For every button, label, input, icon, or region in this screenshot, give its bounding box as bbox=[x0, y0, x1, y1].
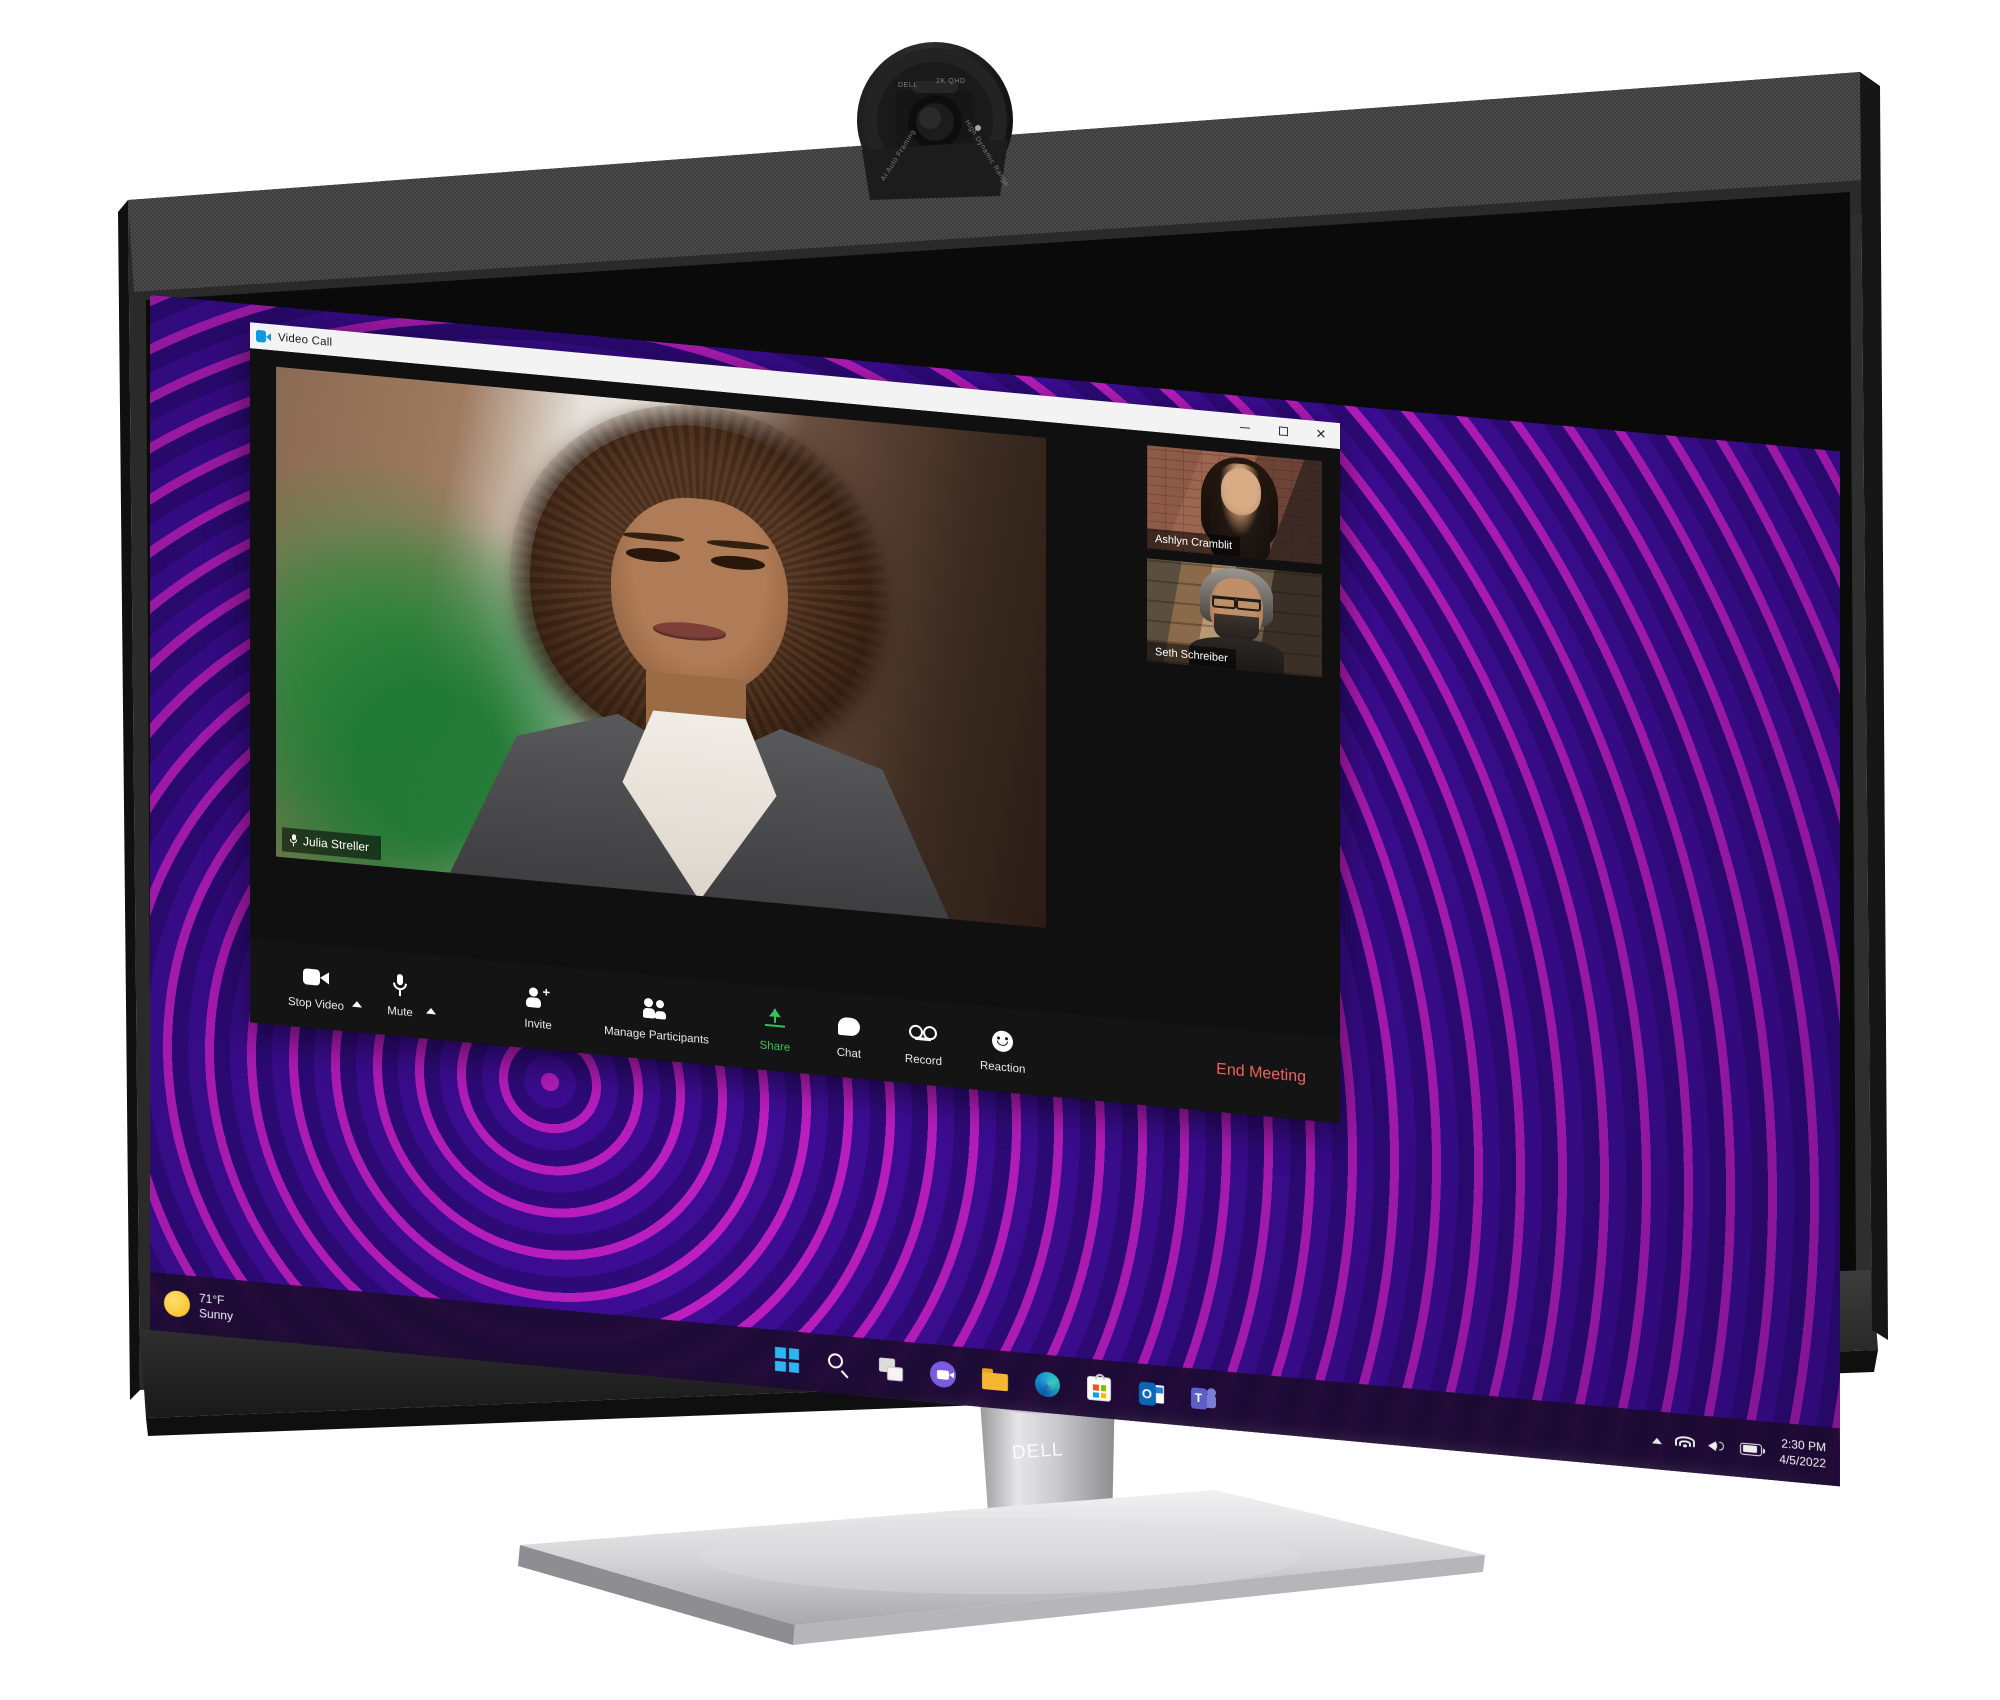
teams-icon: T bbox=[1190, 1386, 1216, 1411]
manage-participants-label: Manage Participants bbox=[604, 1025, 709, 1047]
minimize-button[interactable] bbox=[1226, 413, 1264, 443]
taskbar-video-call-app[interactable] bbox=[928, 1358, 958, 1391]
sun-icon bbox=[164, 1289, 190, 1318]
speaker-figure bbox=[276, 367, 1046, 928]
screenshot-root: DELL 2K QHD AI Auto Framing High Dynamic… bbox=[0, 0, 2000, 1700]
titlebar-left: Video Call bbox=[256, 329, 333, 349]
upload-arrow-icon bbox=[764, 1004, 786, 1036]
taskbar-teams-app[interactable]: T bbox=[1188, 1382, 1218, 1415]
microsoft-store-icon bbox=[1087, 1373, 1111, 1402]
mute-button[interactable]: Mute bbox=[372, 968, 428, 1021]
close-icon[interactable]: ✕ bbox=[1302, 420, 1340, 450]
chat-button[interactable]: Chat bbox=[821, 1009, 877, 1062]
webcam-resolution-label: 2K QHD bbox=[936, 78, 966, 85]
video-camera-icon bbox=[303, 961, 330, 993]
battery-icon[interactable] bbox=[1740, 1442, 1763, 1457]
end-meeting-button[interactable]: End Meeting bbox=[1216, 1061, 1306, 1087]
active-speaker-name: Julia Streller bbox=[303, 834, 370, 855]
taskbar-edge-app[interactable] bbox=[1032, 1368, 1062, 1401]
task-view-button[interactable] bbox=[876, 1353, 906, 1386]
speaker-icon[interactable] bbox=[1708, 1438, 1727, 1455]
video-call-icon bbox=[930, 1360, 956, 1389]
weather-widget[interactable]: 71°F Sunny bbox=[164, 1288, 233, 1324]
video-camera-icon bbox=[256, 329, 271, 343]
invite-button[interactable]: + Invite bbox=[510, 980, 566, 1033]
manage-participants-button[interactable]: Manage Participants bbox=[594, 988, 719, 1048]
search-icon bbox=[828, 1352, 850, 1379]
record-button[interactable]: Record bbox=[895, 1016, 952, 1069]
weather-condition: Sunny bbox=[199, 1305, 234, 1323]
taskbar-file-explorer-app[interactable] bbox=[980, 1363, 1010, 1396]
weather-text: 71°F Sunny bbox=[199, 1291, 233, 1323]
share-button[interactable]: Share bbox=[747, 1002, 803, 1055]
add-person-icon: + bbox=[526, 982, 550, 1014]
microphone-icon bbox=[392, 969, 408, 1000]
folder-icon bbox=[982, 1367, 1008, 1391]
microphone-icon bbox=[290, 834, 297, 847]
taskbar-outlook-app[interactable]: O bbox=[1136, 1377, 1166, 1410]
wifi-icon[interactable] bbox=[1675, 1435, 1696, 1452]
chat-label: Chat bbox=[836, 1046, 862, 1061]
maximize-button[interactable] bbox=[1264, 416, 1302, 446]
share-label: Share bbox=[759, 1039, 791, 1055]
edge-icon bbox=[1034, 1370, 1060, 1398]
stop-video-label: Stop Video bbox=[288, 995, 345, 1013]
task-view-icon bbox=[879, 1357, 903, 1382]
smiley-face-icon bbox=[992, 1025, 1014, 1057]
windows-logo-icon bbox=[775, 1346, 799, 1374]
window-body: Julia Streller Ashlyn Cramblit Seth Schr… bbox=[250, 348, 1340, 1124]
participant-thumbnail[interactable]: Seth Schreiber bbox=[1147, 558, 1322, 678]
dell-stand-logo: DELL bbox=[1011, 1439, 1065, 1464]
reaction-button[interactable]: Reaction bbox=[970, 1023, 1035, 1077]
search-button[interactable] bbox=[824, 1348, 854, 1381]
invite-label: Invite bbox=[524, 1017, 552, 1033]
reaction-label: Reaction bbox=[979, 1059, 1026, 1076]
dell-video-conferencing-monitor: DELL 2K QHD AI Auto Framing High Dynamic… bbox=[0, 0, 2000, 1700]
participant-thumbnails: Ashlyn Cramblit Seth Schreiber bbox=[1147, 445, 1322, 687]
participant-thumbnail[interactable]: Ashlyn Cramblit bbox=[1147, 445, 1322, 565]
people-icon bbox=[643, 993, 669, 1025]
taskbar-clock[interactable]: 2:30 PM 4/5/2022 bbox=[1779, 1436, 1826, 1472]
stop-video-button[interactable]: Stop Video bbox=[278, 959, 354, 1014]
record-tape-icon bbox=[909, 1017, 938, 1050]
taskbar-store-app[interactable] bbox=[1084, 1372, 1114, 1405]
start-button[interactable] bbox=[772, 1344, 802, 1377]
mute-label: Mute bbox=[387, 1004, 413, 1020]
show-hidden-icons-chevron-up-icon[interactable] bbox=[1652, 1436, 1663, 1444]
video-call-window[interactable]: Video Call ✕ Julia Streller Ashlyn Cramb… bbox=[250, 322, 1340, 1124]
record-label: Record bbox=[904, 1052, 942, 1069]
webcam-brand-label: DELL bbox=[898, 82, 918, 89]
monitor-screen: Video Call ✕ Julia Streller Ashlyn Cramb… bbox=[150, 295, 1840, 1487]
active-speaker-video[interactable]: Julia Streller bbox=[276, 366, 1046, 928]
speech-bubble-icon bbox=[837, 1011, 860, 1043]
system-tray: 2:30 PM 4/5/2022 bbox=[1652, 1424, 1826, 1471]
outlook-icon: O bbox=[1138, 1380, 1164, 1406]
window-title: Video Call bbox=[278, 331, 333, 349]
